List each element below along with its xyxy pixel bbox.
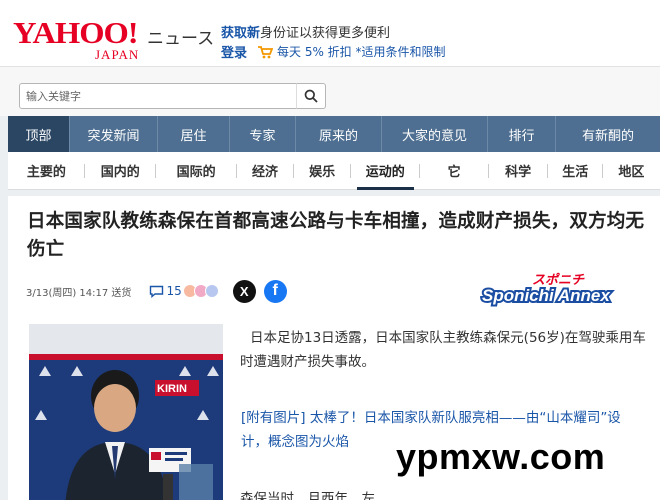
- promo-text[interactable]: 获取新身份证以获得更多便利: [221, 22, 390, 41]
- yahoo-logo[interactable]: YAHOO! JAPAN: [13, 17, 139, 62]
- headline-bold: 财产损: [475, 211, 532, 232]
- nav-live[interactable]: 居住: [158, 116, 230, 152]
- source-logo-text: Sponichi Annex: [482, 286, 611, 305]
- nav-breaking[interactable]: 突发新闻: [70, 116, 158, 152]
- promo-rest: 身份证以获得更多便利: [260, 26, 391, 41]
- headline-part: 森保在首都高速公路与: [157, 211, 345, 232]
- search-field[interactable]: [19, 83, 297, 109]
- tab-science[interactable]: 科学: [489, 152, 548, 190]
- share-buttons: X f: [232, 279, 287, 303]
- sponichi-logo[interactable]: スポニチ Sponichi Annex: [480, 270, 644, 308]
- headline-part: 失，双方均无: [531, 211, 645, 232]
- headline-part: 教: [120, 211, 140, 232]
- headline-part: 日本国家: [27, 211, 102, 232]
- tab-entertainment[interactable]: 娱乐: [294, 152, 351, 190]
- headline-bold: 队: [101, 211, 121, 232]
- nav-experts[interactable]: 专家: [230, 116, 296, 152]
- promo-strong: 获取新: [221, 26, 261, 41]
- article-photo[interactable]: KIRIN: [29, 324, 223, 500]
- publish-date: 3/13(周四) 14:17 送货: [26, 287, 132, 299]
- nav-original[interactable]: 原来的: [296, 116, 382, 152]
- offer-link[interactable]: 每天 5% 折扣 *适用条件和限制: [277, 43, 445, 60]
- nav-opinions[interactable]: 大家的意见: [382, 116, 488, 152]
- logo-subtext: JAPAN: [95, 47, 140, 62]
- article-body-continued: 森保当时…月西年…左…: [240, 491, 389, 500]
- tab-main[interactable]: 主要的: [8, 152, 85, 190]
- search-bar: [0, 66, 660, 116]
- facebook-share-icon[interactable]: f: [263, 279, 287, 303]
- primary-nav: 顶部 突发新闻 居住 专家 原来的 大家的意见 排行 有新酮的: [8, 116, 660, 152]
- service-name[interactable]: ニュース: [147, 24, 214, 49]
- headline-bold: 伤: [27, 239, 46, 260]
- nav-ranking[interactable]: 排行: [488, 116, 556, 152]
- nav-new[interactable]: 有新酮的: [556, 116, 660, 152]
- headline-bold: 练: [139, 211, 158, 232]
- tab-life[interactable]: 生活: [548, 152, 604, 190]
- article-lead: 日本足协13日透露，日本国家队主教练森保元(56岁)在驾驶乘用车时遭遇财产损失事…: [240, 330, 646, 370]
- site-header: YAHOO! JAPAN ニュース 获取新身份证以获得更多便利 登录 每天 5%…: [0, 0, 660, 66]
- photo-sponsor-text: KIRIN: [157, 383, 187, 395]
- search-button[interactable]: [296, 83, 326, 109]
- search-icon: [304, 89, 318, 103]
- comment-icon: [150, 285, 164, 298]
- headline-part: 亡: [45, 239, 65, 260]
- tab-sports-label: 运动的: [365, 165, 405, 180]
- comment-link[interactable]: 15: [149, 284, 182, 298]
- logo-text: YAHOO!: [13, 15, 139, 50]
- headline-bold: 卡车: [344, 211, 383, 232]
- tab-sports[interactable]: 运动的: [351, 152, 420, 190]
- nav-top[interactable]: 顶部: [8, 116, 70, 152]
- cart-icon: [257, 45, 274, 59]
- tab-domestic[interactable]: 国内的: [85, 152, 156, 190]
- article-meta: 3/13(周四) 14:17 送货 15 X f: [26, 279, 287, 303]
- headline-part: 相撞，造成: [382, 211, 476, 232]
- category-nav: 主要的 国内的 国际的 经济 娱乐 运动的 它 科学 生活 地区: [8, 152, 660, 190]
- x-share-icon[interactable]: X: [232, 279, 256, 303]
- tab-international[interactable]: 国际的: [156, 152, 237, 190]
- article-headline: 日本国家队教练森保在首都高速公路与卡车相撞，造成财产损失，双方均无伤亡: [27, 208, 645, 264]
- tab-economy[interactable]: 经济: [237, 152, 294, 190]
- active-tab-indicator: [356, 186, 414, 190]
- comment-count: 15: [166, 284, 182, 298]
- tab-local[interactable]: 地区: [603, 152, 660, 190]
- promo-links: 登录 每天 5% 折扣 *适用条件和限制: [221, 42, 446, 61]
- reaction-face-icon: [204, 284, 219, 298]
- tab-other[interactable]: 它: [420, 152, 489, 190]
- reaction-icons[interactable]: [182, 284, 219, 298]
- login-link[interactable]: 登录: [221, 42, 247, 61]
- search-input[interactable]: [20, 84, 296, 108]
- watermark: ypmxw.com: [396, 436, 606, 477]
